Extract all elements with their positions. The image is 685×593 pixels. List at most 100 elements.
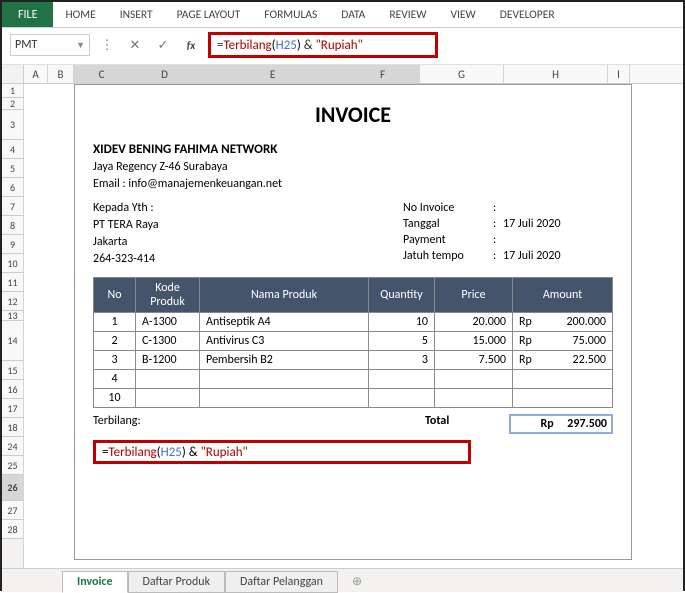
cell-no[interactable]: 1 <box>94 313 136 332</box>
select-all-corner[interactable] <box>2 65 24 84</box>
cell-price[interactable] <box>435 370 513 389</box>
cell-nama[interactable]: Antivirus C3 <box>200 332 369 351</box>
row-header[interactable]: 10 <box>2 254 23 273</box>
name-box[interactable]: PMT ▼ <box>10 34 90 56</box>
table-row[interactable]: 4 <box>94 370 613 389</box>
meta-row: No Invoice: <box>403 201 613 215</box>
tab-home[interactable]: HOME <box>53 2 107 27</box>
col-header[interactable]: H <box>504 65 608 83</box>
row-header[interactable]: 15 <box>2 361 23 380</box>
col-header[interactable]: F <box>346 65 420 83</box>
cell-nama[interactable]: Antiseptik A4 <box>200 313 369 332</box>
row-header[interactable]: 4 <box>2 140 23 159</box>
col-header[interactable]: A <box>24 65 48 83</box>
tab-view[interactable]: VIEW <box>438 2 487 27</box>
cell-kode[interactable]: B-1200 <box>136 351 200 370</box>
table-row[interactable]: 10 <box>94 389 613 408</box>
worksheet: 1 2 3 4 5 6 7 8 9 10 11 12 13 14 15 16 1… <box>2 65 683 568</box>
col-header[interactable]: D <box>130 65 200 83</box>
meta-row: Tanggal:17 Juli 2020 <box>403 217 613 231</box>
sheet-tab-daftar-produk[interactable]: Daftar Produk <box>128 571 226 593</box>
vertical-divider: ⋮ <box>96 34 118 56</box>
cell-no[interactable]: 10 <box>94 389 136 408</box>
cell-amount[interactable]: Rp22.500 <box>513 351 613 370</box>
active-cell-editing[interactable]: =Terbilang(H25) & "Rupiah" <box>93 440 471 464</box>
grid[interactable]: A B C D E F G H I INVOICE XIDEV BENING F… <box>24 65 683 568</box>
row-header[interactable]: 8 <box>2 216 23 235</box>
cell-no[interactable]: 3 <box>94 351 136 370</box>
fx-icon[interactable]: fx <box>180 34 202 56</box>
tab-data[interactable]: DATA <box>329 2 377 27</box>
tab-developer[interactable]: DEVELOPER <box>488 2 567 27</box>
cell-price[interactable]: 7.500 <box>435 351 513 370</box>
row-header[interactable]: 11 <box>2 273 23 292</box>
col-header[interactable]: C <box>74 65 130 83</box>
cell-qty[interactable]: 5 <box>369 332 435 351</box>
cell-no[interactable]: 2 <box>94 332 136 351</box>
cell-price[interactable]: 20.000 <box>435 313 513 332</box>
row-headers: 1 2 3 4 5 6 7 8 9 10 11 12 13 14 15 16 1… <box>2 65 24 568</box>
tab-formulas[interactable]: FORMULAS <box>252 2 329 27</box>
company-name: XIDEV BENING FAHIMA NETWORK <box>93 142 613 157</box>
table-row[interactable]: 3B-1200Pembersih B237.500Rp22.500 <box>94 351 613 370</box>
row-header[interactable]: 13 <box>2 311 23 321</box>
sheet-tab-daftar-pelanggan[interactable]: Daftar Pelanggan <box>225 571 338 593</box>
cell-price[interactable]: 15.000 <box>435 332 513 351</box>
cell-price[interactable] <box>435 389 513 408</box>
tab-review[interactable]: REVIEW <box>377 2 438 27</box>
cell-amount[interactable]: Rp75.000 <box>513 332 613 351</box>
sheet-tab-invoice[interactable]: Invoice <box>62 571 128 593</box>
row-header[interactable]: 17 <box>2 399 23 418</box>
chevron-down-icon[interactable]: ▼ <box>76 40 85 51</box>
col-header[interactable]: I <box>608 65 630 83</box>
row-header[interactable]: 24 <box>2 437 23 456</box>
cell-nama[interactable] <box>200 389 369 408</box>
cell-kode[interactable]: A-1300 <box>136 313 200 332</box>
to-phone: 264-323-414 <box>93 252 403 266</box>
enter-icon[interactable]: ✓ <box>152 34 174 56</box>
col-header[interactable]: E <box>200 65 346 83</box>
table-row[interactable]: 2C-1300Antivirus C3515.000Rp75.000 <box>94 332 613 351</box>
name-box-value: PMT <box>15 38 37 52</box>
col-header[interactable]: G <box>420 65 504 83</box>
cell-qty[interactable]: 3 <box>369 351 435 370</box>
row-header-active[interactable]: 26 <box>2 475 23 501</box>
cancel-icon[interactable]: ✕ <box>124 34 146 56</box>
table-row[interactable]: 1A-1300Antiseptik A41020.000Rp200.000 <box>94 313 613 332</box>
cell-kode[interactable] <box>136 389 200 408</box>
cell-nama[interactable]: Pembersih B2 <box>200 351 369 370</box>
cell-amount[interactable]: Rp200.000 <box>513 313 613 332</box>
cell-amount[interactable] <box>513 370 613 389</box>
formula-input[interactable]: =Terbilang(H25) & "Rupiah" <box>208 32 438 58</box>
row-header[interactable]: 9 <box>2 235 23 254</box>
row-header[interactable]: 16 <box>2 380 23 399</box>
row-header[interactable]: 25 <box>2 456 23 475</box>
row-header[interactable]: 1 <box>2 84 23 98</box>
cell-qty[interactable]: 10 <box>369 313 435 332</box>
cell-kode[interactable]: C-1300 <box>136 332 200 351</box>
tab-insert[interactable]: INSERT <box>108 2 165 27</box>
cell-no[interactable]: 4 <box>94 370 136 389</box>
row-header[interactable]: 14 <box>2 321 23 361</box>
row-header[interactable]: 3 <box>2 110 23 140</box>
row-header[interactable]: 18 <box>2 418 23 437</box>
row-header[interactable]: 5 <box>2 159 23 178</box>
th-kode: Kode Produk <box>136 278 200 313</box>
to-name: PT TERA Raya <box>93 218 403 232</box>
table-header-row: No Kode Produk Nama Produk Quantity Pric… <box>94 278 613 313</box>
total-amount: Rp 297.500 <box>509 414 613 434</box>
row-header[interactable]: 27 <box>2 501 23 520</box>
cell-nama[interactable] <box>200 370 369 389</box>
col-header[interactable]: B <box>48 65 74 83</box>
row-header[interactable]: 6 <box>2 178 23 197</box>
cell-amount[interactable] <box>513 389 613 408</box>
row-header[interactable]: 7 <box>2 197 23 216</box>
cell-kode[interactable] <box>136 370 200 389</box>
row-header[interactable]: 28 <box>2 520 23 539</box>
row-header[interactable]: 2 <box>2 98 23 110</box>
cell-qty[interactable] <box>369 370 435 389</box>
tab-page-layout[interactable]: PAGE LAYOUT <box>165 2 253 27</box>
cell-qty[interactable] <box>369 389 435 408</box>
add-sheet-button[interactable]: ⊕ <box>338 571 366 592</box>
file-tab[interactable]: FILE <box>2 2 53 27</box>
